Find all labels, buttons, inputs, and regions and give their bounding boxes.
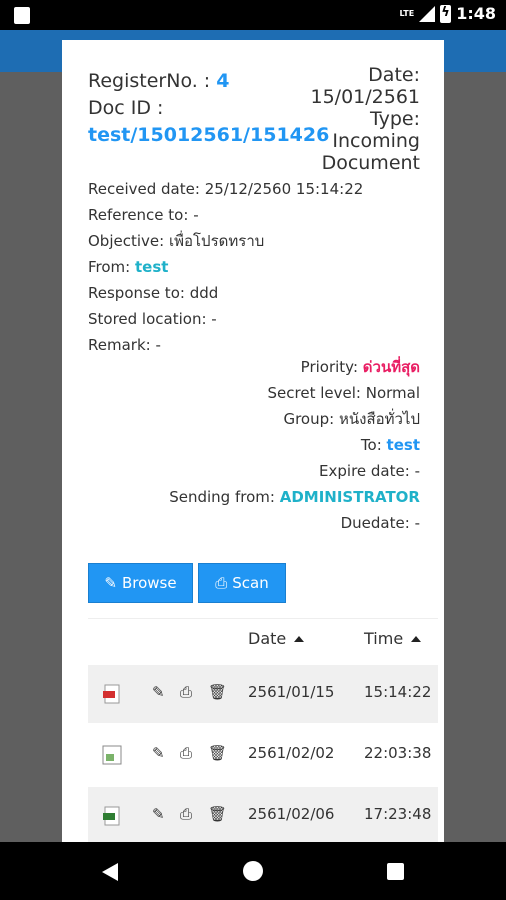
to-value: test <box>386 436 420 454</box>
response-value: ddd <box>189 284 219 302</box>
secret-value: Normal <box>365 384 420 402</box>
print-icon[interactable]: ⎙ <box>180 683 192 701</box>
due-value: - <box>414 514 420 532</box>
trash-icon[interactable]: 🗑 <box>208 744 227 762</box>
scan-label: Scan <box>232 574 269 592</box>
browse-button[interactable]: ✎ Browse <box>88 563 193 603</box>
row-date: 2561/02/02 <box>248 744 335 762</box>
received-row: Received date: 25/12/2560 15:14:22 <box>88 180 364 198</box>
register-label: RegisterNo. : <box>88 70 211 92</box>
reference-row: Reference to: - <box>88 206 199 224</box>
status-bar: LTE 1:48 <box>0 0 506 30</box>
row-date: 2561/01/15 <box>248 683 335 701</box>
battery-icon <box>440 4 452 23</box>
due-row: Duedate: - <box>340 514 420 532</box>
expire-value: - <box>414 462 420 480</box>
stored-row: Stored location: - <box>88 310 217 328</box>
recent-apps-icon[interactable] <box>387 863 404 880</box>
group-value: หนังสือทั่วไป <box>338 410 420 428</box>
sort-asc-icon <box>294 635 305 642</box>
browse-label: Browse <box>121 574 177 592</box>
response-row: Response to: ddd <box>88 284 219 302</box>
secret-row: Secret level: Normal <box>267 384 421 402</box>
from-value: test <box>135 258 169 276</box>
attach-icon[interactable]: ✎ <box>152 683 165 701</box>
sim-card-icon <box>14 7 30 24</box>
remark-value: - <box>155 336 161 354</box>
print-icon[interactable]: ⎙ <box>180 744 192 762</box>
attach-icon[interactable]: ✎ <box>152 805 165 823</box>
received-value: 25/12/2560 15:14:22 <box>204 180 364 198</box>
image-file-icon[interactable] <box>102 745 122 765</box>
type-label: Type: <box>369 108 420 130</box>
expire-row: Expire date: - <box>319 462 420 480</box>
printer-icon: ⎙ <box>215 574 228 592</box>
document-date-type: Date: 15/01/2561 Type: Incoming Document <box>280 64 420 174</box>
trash-icon[interactable]: 🗑 <box>208 683 227 701</box>
status-right: LTE 1:48 <box>400 4 497 23</box>
clock: 1:48 <box>456 4 496 23</box>
date-value: 15/01/2561 <box>310 86 420 108</box>
objective-value: เพื่อโปรดทราบ <box>168 232 265 250</box>
home-icon[interactable] <box>243 861 263 881</box>
objective-row: Objective: เพื่อโปรดทราบ <box>88 232 265 250</box>
network-type: LTE <box>399 8 415 18</box>
reference-value: - <box>193 206 199 224</box>
date-column-header[interactable]: Date <box>248 629 305 648</box>
table-row: ✎ ⎙ 🗑 2561/02/06 17:23:48 <box>88 787 438 842</box>
attachments-table-header: Date Time <box>88 618 438 660</box>
document-detail-card: RegisterNo. : 4 Doc ID : test/15012561/1… <box>62 40 444 842</box>
sort-asc-icon <box>411 635 422 642</box>
type-value: Incoming Document <box>321 130 420 174</box>
signal-icon <box>419 5 436 22</box>
info-list: Received date: 25/12/2560 15:14:22 Refer… <box>88 176 428 358</box>
dim-overlay-right[interactable] <box>444 72 506 842</box>
register-number: 4 <box>216 70 230 92</box>
sending-value: ADMINISTRATOR <box>279 488 420 506</box>
attach-icon[interactable]: ✎ <box>152 744 165 762</box>
scan-button[interactable]: ⎙ Scan <box>198 563 286 603</box>
back-icon[interactable] <box>102 863 118 881</box>
row-date: 2561/02/06 <box>248 805 335 823</box>
table-row: ✎ ⎙ 🗑 2561/01/15 15:14:22 <box>88 665 438 723</box>
print-icon[interactable]: ⎙ <box>180 805 192 823</box>
sending-row: Sending from: ADMINISTRATOR <box>169 488 420 506</box>
navigation-bar <box>0 842 506 900</box>
to-row: To: test <box>360 436 420 454</box>
row-time: 15:14:22 <box>364 683 432 701</box>
row-time: 17:23:48 <box>364 805 432 823</box>
priority-value: ด่วนที่สุด <box>362 358 420 376</box>
row-time: 22:03:38 <box>364 744 432 762</box>
pdf-file-icon[interactable] <box>102 684 122 704</box>
stored-value: - <box>211 310 217 328</box>
priority-row: Priority: ด่วนที่สุด <box>300 358 420 376</box>
from-row: From: test <box>88 258 169 276</box>
table-row: ✎ ⎙ 🗑 2561/02/02 22:03:38 <box>88 726 438 784</box>
spreadsheet-file-icon[interactable] <box>102 806 122 826</box>
time-column-header[interactable]: Time <box>364 629 422 648</box>
detail-list: Priority: ด่วนที่สุด Secret level: Norma… <box>120 354 420 536</box>
group-row: Group: หนังสือทั่วไป <box>283 410 420 428</box>
paperclip-icon: ✎ <box>104 574 117 592</box>
trash-icon[interactable]: 🗑 <box>208 805 227 823</box>
dim-overlay-left[interactable] <box>0 72 62 842</box>
date-label: Date: <box>368 64 420 86</box>
